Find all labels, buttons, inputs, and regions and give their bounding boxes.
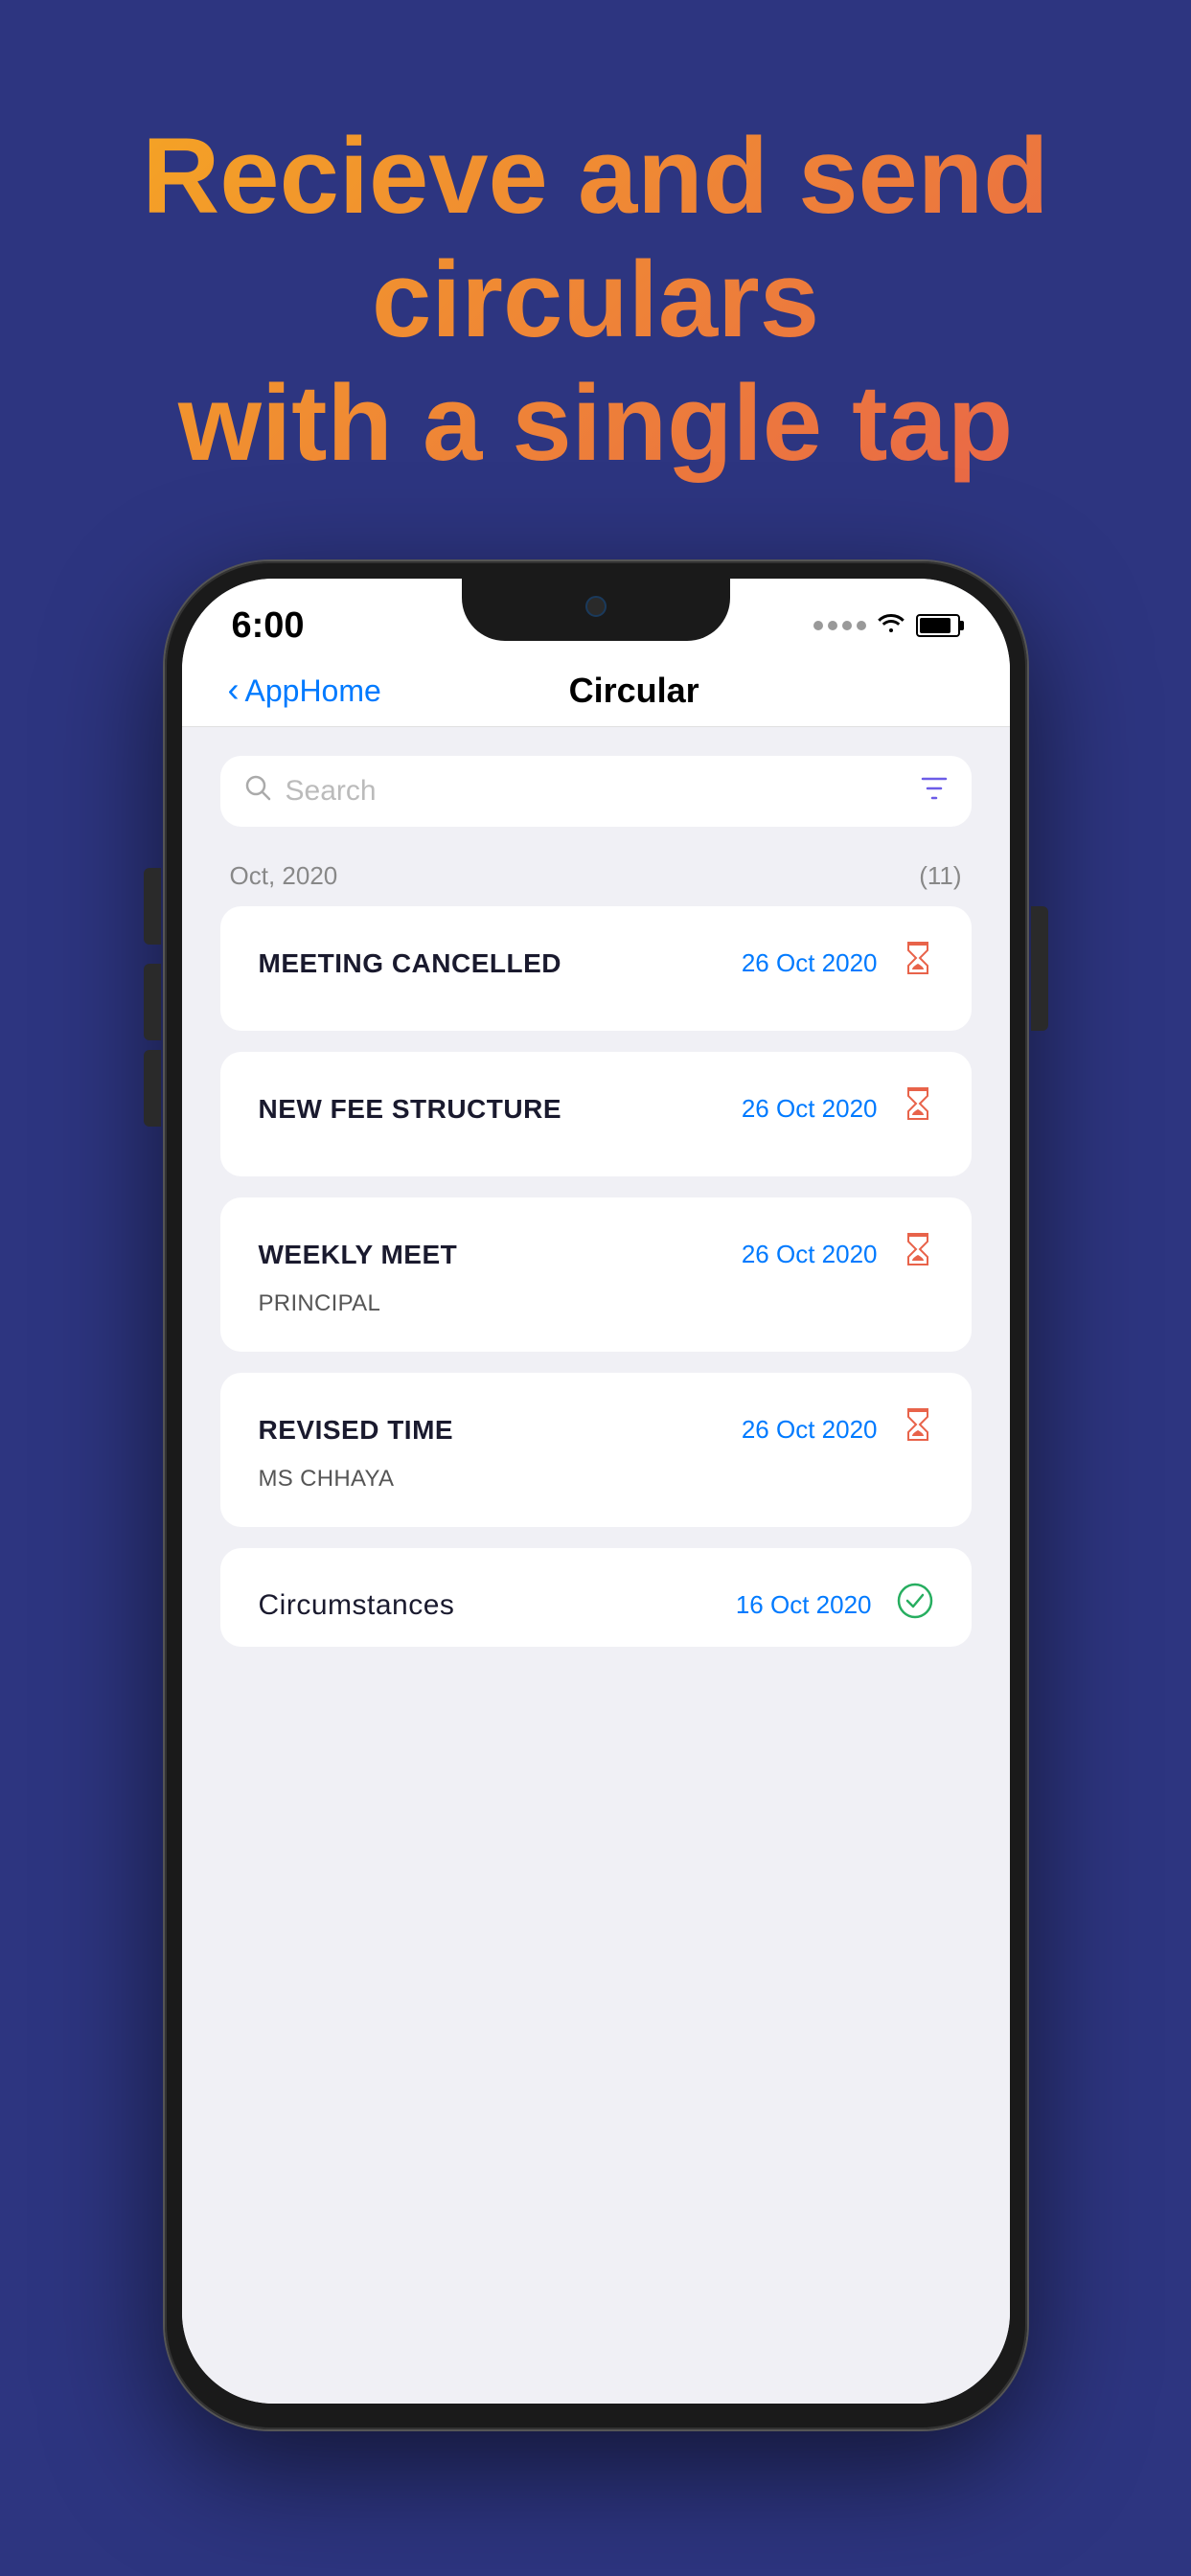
- card-date: 26 Oct 2020: [742, 1240, 878, 1269]
- card-title: WEEKLY MEET: [259, 1240, 458, 1270]
- card-row: NEW FEE STRUCTURE 26 Oct 2020: [259, 1086, 933, 1131]
- search-bar[interactable]: Search: [220, 756, 972, 827]
- hourglass-icon: [903, 941, 933, 986]
- section-count: (11): [919, 861, 961, 891]
- card-date: 26 Oct 2020: [742, 1415, 878, 1445]
- phone-screen: 6:00: [182, 579, 1010, 2404]
- search-icon: [243, 773, 272, 809]
- hero-section: Recieve and send circulars with a single…: [0, 0, 1191, 542]
- hourglass-icon: [903, 1232, 933, 1277]
- card-title: NEW FEE STRUCTURE: [259, 1094, 562, 1125]
- check-circle-icon: [897, 1583, 933, 1628]
- status-icons: [813, 610, 960, 641]
- card-title: Circumstances: [259, 1589, 455, 1622]
- circular-card[interactable]: NEW FEE STRUCTURE 26 Oct 2020: [220, 1052, 972, 1176]
- card-row: MEETING CANCELLED 26 Oct 2020: [259, 941, 933, 986]
- card-row: WEEKLY MEET 26 Oct 2020: [259, 1232, 933, 1277]
- back-button[interactable]: ‹ AppHome: [228, 673, 381, 709]
- circular-card[interactable]: REVISED TIME 26 Oct 2020: [220, 1373, 972, 1527]
- wifi-icon: [876, 610, 906, 641]
- circular-card[interactable]: MEETING CANCELLED 26 Oct 2020: [220, 906, 972, 1031]
- phone-container: 6:00: [0, 561, 1191, 2429]
- hourglass-icon: [903, 1407, 933, 1452]
- signal-icon: [813, 621, 866, 630]
- card-subtitle: PRINCIPAL: [259, 1290, 933, 1317]
- status-time: 6:00: [232, 605, 305, 647]
- section-header: Oct, 2020 (11): [220, 854, 972, 906]
- hero-title-line2: with a single tap: [178, 363, 1013, 483]
- filter-icon[interactable]: [920, 775, 949, 809]
- hero-title: Recieve and send circulars with a single…: [77, 115, 1114, 485]
- hero-title-line1: Recieve and send circulars: [142, 116, 1048, 359]
- nav-bar: ‹ AppHome Circular: [182, 655, 1010, 727]
- page-title: Circular: [381, 671, 887, 711]
- search-input[interactable]: Search: [286, 775, 906, 808]
- battery-icon: [916, 614, 960, 637]
- card-date: 26 Oct 2020: [742, 1094, 878, 1124]
- card-row: REVISED TIME 26 Oct 2020: [259, 1407, 933, 1452]
- chevron-left-icon: ‹: [228, 672, 240, 707]
- card-title: REVISED TIME: [259, 1415, 454, 1446]
- front-camera: [585, 596, 607, 617]
- phone-notch: [462, 579, 730, 641]
- card-subtitle: MS CHHAYA: [259, 1466, 933, 1493]
- card-date: 26 Oct 2020: [742, 948, 878, 978]
- phone-frame: 6:00: [165, 561, 1027, 2429]
- hourglass-icon: [903, 1086, 933, 1131]
- circular-card[interactable]: Circumstances 16 Oct 2020: [220, 1548, 972, 1647]
- card-date: 16 Oct 2020: [736, 1590, 872, 1620]
- back-label: AppHome: [245, 673, 381, 709]
- section-month: Oct, 2020: [230, 861, 338, 891]
- card-row: Circumstances 16 Oct 2020: [259, 1583, 933, 1628]
- card-title: MEETING CANCELLED: [259, 948, 562, 979]
- content-area: Search Oct, 2020 (11) MEETING: [182, 727, 1010, 2404]
- circular-card[interactable]: WEEKLY MEET 26 Oct 2020: [220, 1197, 972, 1352]
